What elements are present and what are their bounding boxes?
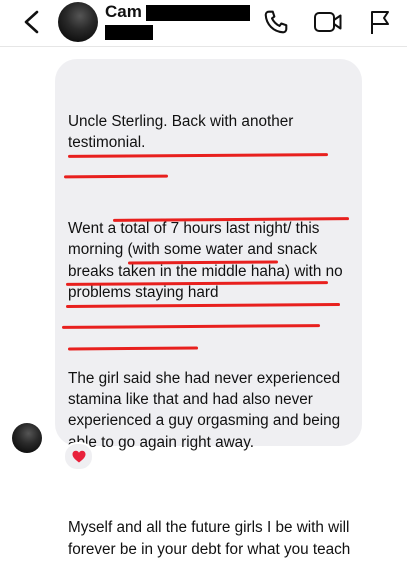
phone-icon[interactable] <box>263 9 289 35</box>
avatar[interactable] <box>58 2 98 42</box>
contact-name[interactable]: Cam <box>105 2 142 22</box>
sender-avatar[interactable] <box>12 423 42 453</box>
message-paragraph: Uncle Sterling. Back with another testim… <box>68 112 298 152</box>
message-paragraph: The girl said she had never experienced … <box>68 369 345 451</box>
redaction-bar <box>105 25 153 40</box>
reaction-badge[interactable] <box>63 442 94 471</box>
flag-icon[interactable] <box>369 9 391 35</box>
redaction-bar <box>146 5 250 21</box>
message-paragraph: Myself and all the future girls I be wit… <box>68 519 354 558</box>
chat-header: Cam <box>0 0 407 47</box>
video-camera-icon[interactable] <box>313 10 343 34</box>
chevron-left-icon[interactable] <box>22 10 42 34</box>
red-heart-icon <box>72 450 85 463</box>
